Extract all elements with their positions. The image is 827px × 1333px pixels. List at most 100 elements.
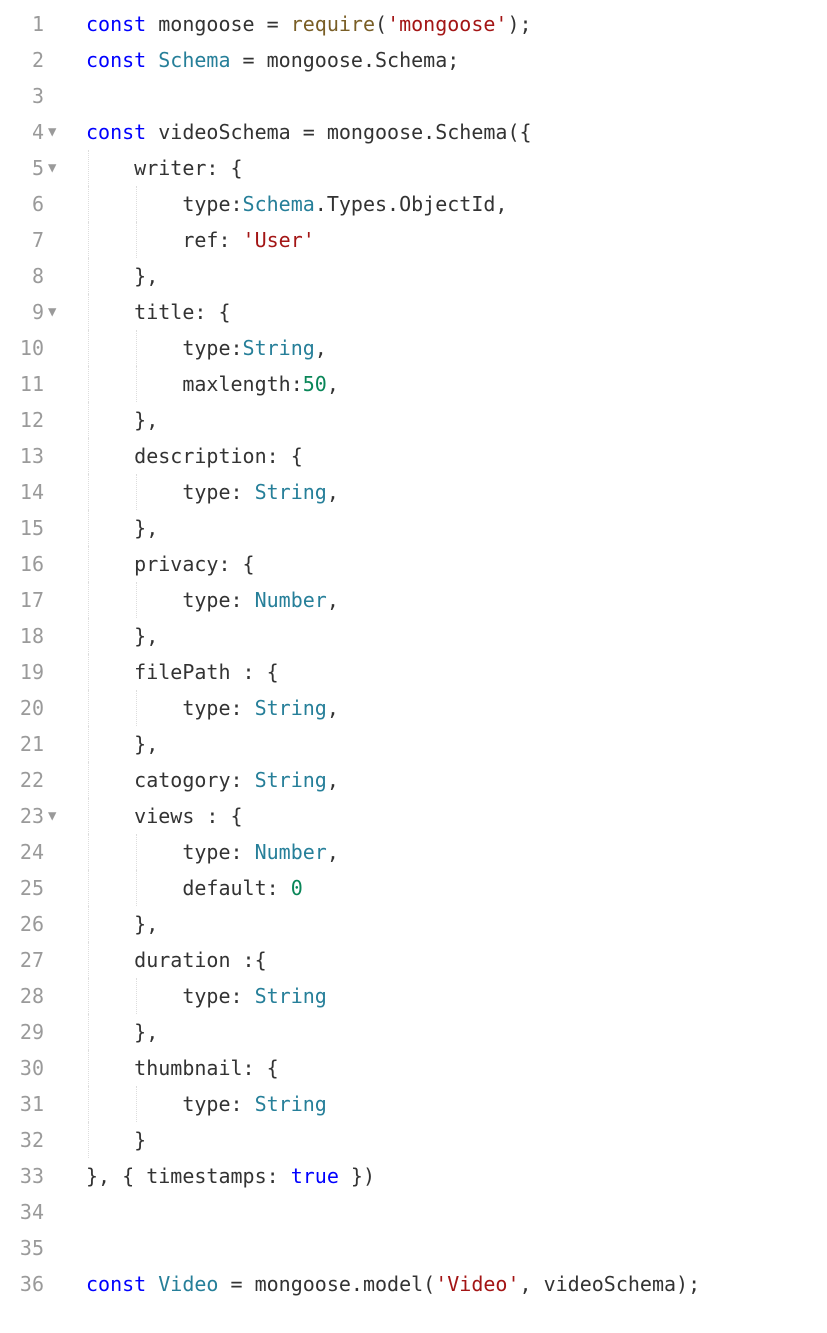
- fold-marker-icon[interactable]: ▼: [48, 805, 64, 827]
- code-token: catogory:: [86, 764, 255, 796]
- line-number: 15: [14, 512, 44, 544]
- code-line[interactable]: [86, 1194, 827, 1230]
- code-token: }): [339, 1160, 375, 1192]
- indent-guide: [88, 438, 89, 474]
- code-line[interactable]: description: {: [86, 438, 827, 474]
- indent-guide: [88, 870, 89, 906]
- line-number: 10: [14, 332, 44, 364]
- code-line[interactable]: },: [86, 726, 827, 762]
- gutter-line: 25: [0, 870, 70, 906]
- code-token: type:: [86, 188, 243, 220]
- code-line[interactable]: [86, 78, 827, 114]
- indent-guide: [88, 402, 89, 438]
- code-token: ,: [327, 584, 339, 616]
- indent-guide: [88, 690, 89, 726]
- code-line[interactable]: title: {: [86, 294, 827, 330]
- code-line[interactable]: type: String: [86, 978, 827, 1014]
- code-line[interactable]: },: [86, 906, 827, 942]
- code-token: type:: [86, 584, 255, 616]
- code-line[interactable]: type: Number,: [86, 834, 827, 870]
- code-line[interactable]: type:Schema.Types.ObjectId,: [86, 186, 827, 222]
- gutter-line: 18: [0, 618, 70, 654]
- code-line[interactable]: },: [86, 1014, 827, 1050]
- code-token: ,: [327, 836, 339, 868]
- indent-guide: [88, 222, 89, 258]
- code-line[interactable]: type: String: [86, 1086, 827, 1122]
- line-number: 26: [14, 908, 44, 940]
- fold-marker-icon[interactable]: ▼: [48, 121, 64, 143]
- code-line[interactable]: writer: {: [86, 150, 827, 186]
- code-token: videoSchema: [158, 116, 303, 148]
- code-line[interactable]: },: [86, 510, 827, 546]
- gutter-line: 19: [0, 654, 70, 690]
- code-line[interactable]: },: [86, 618, 827, 654]
- code-line[interactable]: type: Number,: [86, 582, 827, 618]
- code-line[interactable]: const videoSchema = mongoose.Schema({: [86, 114, 827, 150]
- code-line[interactable]: views : {: [86, 798, 827, 834]
- code-line[interactable]: }, { timestamps: true }): [86, 1158, 827, 1194]
- code-token: ,: [327, 764, 339, 796]
- code-line[interactable]: maxlength:50,: [86, 366, 827, 402]
- indent-guide: [88, 618, 89, 654]
- code-token: ,: [327, 692, 339, 724]
- code-line[interactable]: privacy: {: [86, 546, 827, 582]
- code-line[interactable]: type: String,: [86, 474, 827, 510]
- gutter-line: 1: [0, 6, 70, 42]
- code-line[interactable]: default: 0: [86, 870, 827, 906]
- code-line[interactable]: const Video = mongoose.model('Video', vi…: [86, 1266, 827, 1302]
- gutter-line: 28: [0, 978, 70, 1014]
- line-number: 9: [14, 296, 44, 328]
- fold-marker-icon[interactable]: ▼: [48, 301, 64, 323]
- indent-guide: [88, 258, 89, 294]
- code-token: filePath : {: [86, 656, 279, 688]
- line-number: 4: [14, 116, 44, 148]
- gutter-line: 9▼: [0, 294, 70, 330]
- gutter-line: 27: [0, 942, 70, 978]
- indent-guide: [88, 762, 89, 798]
- code-token: String: [255, 692, 327, 724]
- code-line[interactable]: type: String,: [86, 690, 827, 726]
- code-line[interactable]: [86, 1230, 827, 1266]
- code-line[interactable]: thumbnail: {: [86, 1050, 827, 1086]
- code-token: mongoose.Schema({: [327, 116, 532, 148]
- code-token: },: [86, 260, 158, 292]
- code-line[interactable]: duration :{: [86, 942, 827, 978]
- editor-code-area[interactable]: const mongoose = require('mongoose');con…: [70, 0, 827, 1302]
- gutter-line: 13: [0, 438, 70, 474]
- line-number: 28: [14, 980, 44, 1012]
- code-token: ,: [327, 368, 339, 400]
- code-token: const: [86, 116, 158, 148]
- code-line[interactable]: filePath : {: [86, 654, 827, 690]
- code-token: =: [231, 1268, 255, 1300]
- code-token: }: [86, 1124, 146, 1156]
- line-number: 24: [14, 836, 44, 868]
- code-line[interactable]: },: [86, 402, 827, 438]
- fold-marker-icon[interactable]: ▼: [48, 157, 64, 179]
- indent-guide: [136, 186, 137, 222]
- gutter-line: 3: [0, 78, 70, 114]
- code-line[interactable]: type:String,: [86, 330, 827, 366]
- gutter-line: 32: [0, 1122, 70, 1158]
- line-number: 2: [14, 44, 44, 76]
- code-token: const: [86, 8, 158, 40]
- code-token: maxlength:: [86, 368, 303, 400]
- gutter-line: 4▼: [0, 114, 70, 150]
- gutter-line: 12: [0, 402, 70, 438]
- line-number: 7: [14, 224, 44, 256]
- gutter-line: 2: [0, 42, 70, 78]
- code-token: mongoose.model(: [255, 1268, 436, 1300]
- code-token: , videoSchema);: [520, 1268, 701, 1300]
- line-number: 30: [14, 1052, 44, 1084]
- code-token: Schema: [243, 188, 315, 220]
- indent-guide: [136, 870, 137, 906]
- gutter-line: 10: [0, 330, 70, 366]
- code-line[interactable]: ref: 'User': [86, 222, 827, 258]
- gutter-line: 24: [0, 834, 70, 870]
- code-token: type:: [86, 476, 255, 508]
- code-line[interactable]: catogory: String,: [86, 762, 827, 798]
- code-line[interactable]: const Schema = mongoose.Schema;: [86, 42, 827, 78]
- indent-guide: [88, 1050, 89, 1086]
- code-line[interactable]: }: [86, 1122, 827, 1158]
- code-line[interactable]: const mongoose = require('mongoose');: [86, 6, 827, 42]
- code-line[interactable]: },: [86, 258, 827, 294]
